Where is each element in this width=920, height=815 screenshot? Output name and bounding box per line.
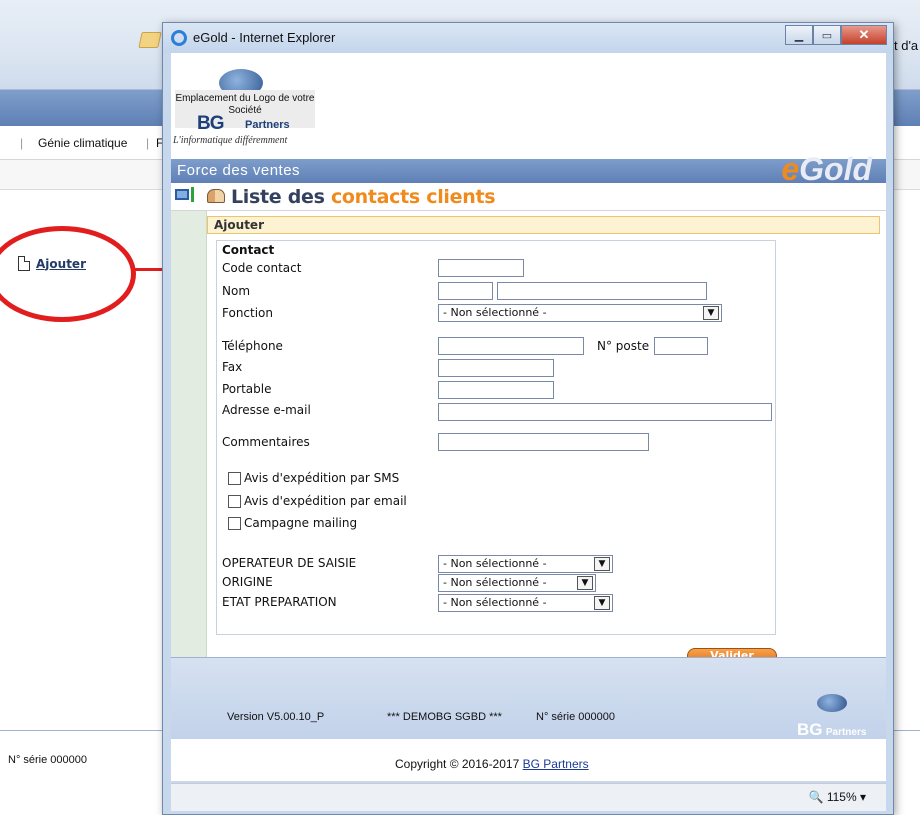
commentaires-label: Commentaires xyxy=(222,435,310,449)
page-header: Liste des contacts clients xyxy=(171,183,886,211)
no-poste-input[interactable] xyxy=(654,337,708,355)
close-button[interactable]: ✕ xyxy=(841,25,887,45)
email-notice-checkbox[interactable] xyxy=(228,494,241,508)
menu-item-genie-climatique[interactable]: Génie climatique xyxy=(38,136,127,150)
etat-select-value: - Non sélectionné - xyxy=(443,596,547,609)
window-controls: ▁ ▭ ✕ xyxy=(785,25,887,45)
copyright: Copyright © 2016-2017 BG Partners xyxy=(395,757,589,771)
footer-version: Version V5.00.10_P xyxy=(227,711,325,723)
sidebar-strip xyxy=(171,211,207,657)
annotation-circle xyxy=(0,226,136,322)
section-title-contact: Contact xyxy=(222,243,275,257)
email-label: Adresse e-mail xyxy=(222,403,311,417)
email-notice-checkbox-row[interactable]: Avis d'expédition par email xyxy=(228,494,407,508)
telephone-label: Téléphone xyxy=(222,339,283,353)
sms-checkbox[interactable] xyxy=(228,471,241,485)
background-title-fragment: t d'a xyxy=(894,38,919,53)
mailing-checkbox-label: Campagne mailing xyxy=(244,516,358,530)
operateur-select-value: - Non sélectionné - xyxy=(443,557,547,570)
etat-label: ETAT PREPARATION xyxy=(222,595,337,609)
operateur-select[interactable]: - Non sélectionné - ▼ xyxy=(438,555,613,573)
contacts-icon xyxy=(207,189,225,203)
popup-titlebar[interactable]: eGold - Internet Explorer ▁ ▭ ✕ xyxy=(163,23,893,53)
footer-band xyxy=(171,657,886,739)
folder-icon xyxy=(138,32,162,48)
email-input[interactable] xyxy=(438,403,772,421)
popup-content: Emplacement du Logo de votre Société BG … xyxy=(171,53,886,781)
mailing-checkbox-row[interactable]: Campagne mailing xyxy=(228,516,357,530)
no-poste-label: N° poste xyxy=(597,339,650,353)
fonction-label: Fonction xyxy=(222,306,274,320)
chevron-down-icon[interactable]: ▼ xyxy=(577,576,593,590)
menu-separator: | xyxy=(20,136,24,150)
chevron-down-icon[interactable]: ▼ xyxy=(594,596,610,610)
telephone-input[interactable] xyxy=(438,337,584,355)
status-bar-icon xyxy=(191,187,194,202)
origine-label: ORIGINE xyxy=(222,575,273,589)
code-contact-input[interactable] xyxy=(438,259,524,277)
nom-input[interactable] xyxy=(497,282,707,300)
page-title: Liste des contacts clients xyxy=(231,186,496,208)
mailing-checkbox[interactable] xyxy=(228,516,241,530)
fax-label: Fax xyxy=(222,360,243,374)
footer-logo-bg: BG xyxy=(797,720,823,739)
menu-separator: | xyxy=(146,136,150,150)
browser-statusbar: 🔍 115% ▾ xyxy=(171,783,886,811)
fonction-select-value: - Non sélectionné - xyxy=(443,306,547,319)
force-des-ventes-title: Force des ventes xyxy=(177,162,301,179)
egold-logo-rest: Gold xyxy=(799,151,872,187)
minimize-button[interactable]: ▁ xyxy=(785,25,813,45)
logo-area: Emplacement du Logo de votre Société BG … xyxy=(171,53,886,159)
logo-tagline: L'informatique différemment xyxy=(173,135,288,146)
origine-select[interactable]: - Non sélectionné - ▼ xyxy=(438,574,596,592)
maximize-button[interactable]: ▭ xyxy=(813,25,841,45)
zoom-level: 115% xyxy=(826,790,857,804)
popup-title: eGold - Internet Explorer xyxy=(193,30,336,45)
fonction-select[interactable]: - Non sélectionné - ▼ xyxy=(438,304,722,322)
footer-logo-partners: Partners xyxy=(825,727,867,738)
chevron-down-icon[interactable]: ▼ xyxy=(594,557,610,571)
nom-label: Nom xyxy=(222,284,251,298)
operateur-label: OPERATEUR DE SAISIE xyxy=(222,556,357,570)
email-notice-checkbox-label: Avis d'expédition par email xyxy=(244,494,407,508)
ajouter-section-bar: Ajouter xyxy=(207,216,880,234)
footer-logo: BG Partners xyxy=(797,720,866,740)
page-title-prefix: Liste des xyxy=(231,186,331,208)
force-des-ventes-bar: Force des ventes eGold xyxy=(171,151,886,187)
sms-checkbox-label: Avis d'expédition par SMS xyxy=(244,471,400,485)
zoom-control[interactable]: 🔍 115% ▾ xyxy=(809,790,866,804)
etat-select[interactable]: - Non sélectionné - ▼ xyxy=(438,594,613,612)
origine-select-value: - Non sélectionné - xyxy=(443,576,547,589)
chevron-down-icon[interactable]: ▼ xyxy=(703,306,719,320)
internet-explorer-icon xyxy=(171,30,187,46)
footer-serial: N° série 000000 xyxy=(536,711,616,723)
sms-checkbox-row[interactable]: Avis d'expédition par SMS xyxy=(228,471,399,485)
commentaires-input[interactable] xyxy=(438,433,649,451)
copyright-text: Copyright © 2016-2017 xyxy=(395,757,523,771)
copyright-link[interactable]: BG Partners xyxy=(523,757,589,771)
code-contact-label: Code contact xyxy=(222,261,302,275)
civilite-input[interactable] xyxy=(438,282,493,300)
page-title-highlight: contacts clients xyxy=(330,186,496,208)
monitor-icon[interactable] xyxy=(175,189,189,200)
logo-bg-text: BG xyxy=(197,113,224,134)
fax-input[interactable] xyxy=(438,359,554,377)
logo-partners-text: Partners xyxy=(245,119,290,131)
popup-window: eGold - Internet Explorer ▁ ▭ ✕ Emplacem… xyxy=(162,22,894,815)
background-footer-serial: N° série 000000 xyxy=(8,754,88,766)
egold-logo-e: e xyxy=(781,151,800,187)
globe-icon xyxy=(817,694,847,712)
portable-input[interactable] xyxy=(438,381,554,399)
footer-database: *** DEMOBG SGBD *** xyxy=(387,711,502,723)
portable-label: Portable xyxy=(222,382,272,396)
